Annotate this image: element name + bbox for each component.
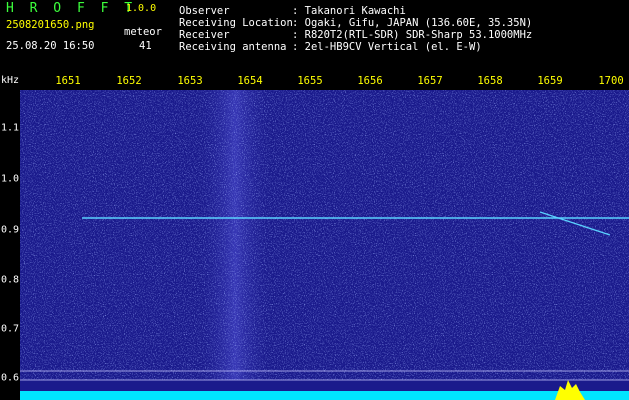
antenna-label: Receiving antenna — [179, 41, 287, 53]
freq-tick: 0.9 — [1, 224, 20, 236]
time-tick: 1658 — [477, 75, 503, 87]
receiver-label: Receiver — [179, 29, 230, 41]
antenna-value: : 2el-HB9CV Vertical (el. E-W) — [292, 41, 482, 53]
version-label: 1.0.0 — [126, 3, 157, 14]
freq-tick: 0.8 — [1, 274, 20, 286]
time-tick: 1657 — [417, 75, 443, 87]
time-axis: kHz 1651 1652 1653 1654 1655 1656 1657 1… — [0, 74, 629, 90]
location-value: : Ogaki, Gifu, JAPAN (136.60E, 35.35N) — [292, 17, 533, 29]
freq-tick: 1.1 — [1, 122, 20, 134]
time-tick: 1656 — [357, 75, 383, 87]
noise-layer — [20, 90, 629, 380]
time-tick: 1653 — [177, 75, 203, 87]
time-tick: 1700 — [598, 75, 624, 87]
time-tick: 1659 — [537, 75, 563, 87]
freq-tick: 1.0 — [1, 173, 20, 185]
freq-tick: 0.6 — [1, 372, 20, 384]
frequency-axis: 1.1 1.0 0.9 0.8 0.7 0.6 — [0, 90, 20, 400]
location-label: Receiving Location — [179, 17, 293, 29]
header-panel: H R O F F T 1.0.0 2508201650.png meteor … — [0, 0, 629, 74]
spectrogram — [20, 90, 629, 400]
meteor-label: meteor — [124, 26, 162, 38]
observer-label: Observer — [179, 5, 230, 17]
filename-label: 2508201650.png — [6, 19, 95, 31]
receiver-value: : R820T2(RTL-SDR) SDR-Sharp 53.1000MHz — [292, 29, 533, 41]
time-tick: 1654 — [237, 75, 263, 87]
time-tick: 1655 — [297, 75, 323, 87]
datetime-label: 25.08.20 16:50 — [6, 40, 95, 52]
freq-tick: 0.7 — [1, 323, 20, 335]
app-title: H R O F F T — [6, 1, 137, 16]
time-tick: 1651 — [55, 75, 81, 87]
observer-value: : Takanori Kawachi — [292, 5, 406, 17]
signal-strength-baseline — [20, 391, 629, 400]
time-tick: 1652 — [116, 75, 142, 87]
unit-label: kHz — [1, 75, 20, 86]
meteor-count: 41 — [139, 40, 152, 52]
